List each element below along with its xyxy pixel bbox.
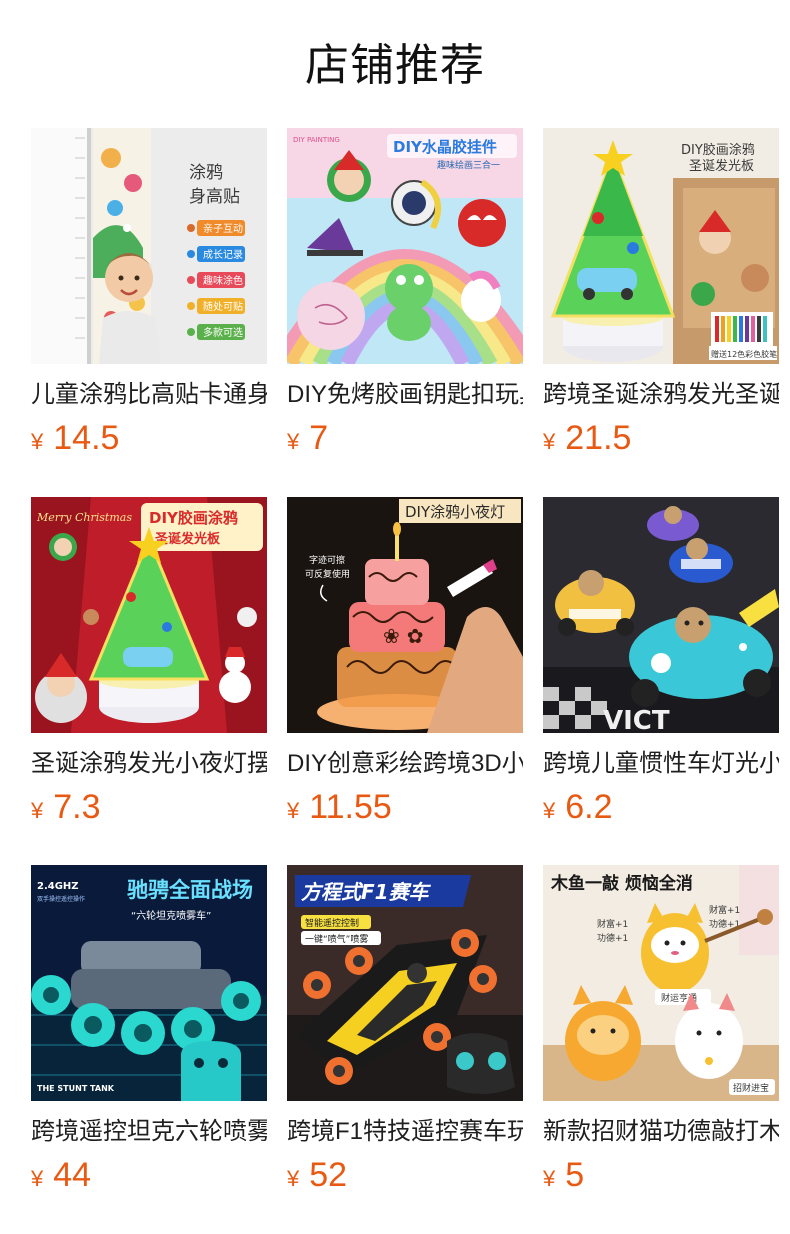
image-feature: 随处可贴 bbox=[203, 300, 243, 313]
image-badge-line1: 2.4GHZ bbox=[37, 881, 79, 892]
product-image[interactable]: DIY胶画涂鸦 圣诞发光板 赠送12色彩色胶笔 bbox=[543, 128, 779, 364]
product-name[interactable]: 跨境F1特技遥控赛车玩具 bbox=[287, 1115, 523, 1149]
image-script: Merry Christmas bbox=[36, 511, 132, 524]
product-image[interactable]: VICT bbox=[543, 497, 779, 733]
product-image[interactable]: 2.4GHZ 双手操控遥控操作 驰骋全面战场 “六轮坦克喷雾车” THE STU… bbox=[31, 865, 267, 1101]
price-amount: 11.55 bbox=[309, 788, 392, 826]
price-amount: 44 bbox=[53, 1156, 92, 1194]
image-note: 财富+1 bbox=[709, 904, 740, 916]
currency-symbol: ¥ bbox=[287, 798, 300, 823]
product-name[interactable]: 新款招财猫功德敲打木鱼 bbox=[543, 1115, 779, 1149]
product-price: ¥52 bbox=[287, 1153, 523, 1204]
image-tag: 招财进宝 bbox=[733, 1082, 769, 1094]
currency-symbol: ¥ bbox=[31, 798, 44, 823]
product-name[interactable]: DIY创意彩绘跨境3D小夜灯 bbox=[287, 747, 523, 781]
image-headline-line2: 圣诞发光板 bbox=[155, 531, 221, 547]
currency-symbol: ¥ bbox=[543, 798, 556, 823]
image-corner-text: DIY PAINTING bbox=[293, 136, 340, 144]
product-image[interactable]: 方程式F1赛车 智能遥控控制 一键“喷气”喷雾 bbox=[287, 865, 523, 1101]
image-note-line2: 可反复使用 bbox=[305, 568, 350, 580]
image-headline: 驰骋全面战场 bbox=[127, 878, 253, 902]
image-note: 财富+1 bbox=[597, 918, 628, 930]
currency-symbol: ¥ bbox=[543, 1166, 556, 1191]
product-card[interactable]: DIY PAINTING DIY水晶胶挂件 趣味绘画三合一 DIY免烤胶画钥匙扣… bbox=[287, 128, 523, 467]
product-card[interactable]: DIY胶画涂鸦 圣诞发光板 赠送12色彩色胶笔 跨境圣诞涂鸦发光圣诞 ¥ 21.… bbox=[543, 128, 779, 467]
price-amount: 52 bbox=[309, 1156, 348, 1194]
price-amount: 6.2 bbox=[565, 788, 613, 826]
image-feature: 多款可选 bbox=[203, 326, 243, 339]
product-image[interactable]: 涂鸦 身高贴 亲子互动 成长记录 趣味涂色 随处可贴 多款可选 bbox=[31, 128, 267, 364]
product-price: ¥11.55 bbox=[287, 785, 523, 836]
image-headline-line1: DIY胶画涂鸦 bbox=[681, 142, 755, 158]
image-headline-line2: 圣诞发光板 bbox=[689, 158, 754, 174]
product-card[interactable]: 涂鸦 身高贴 亲子互动 成长记录 趣味涂色 随处可贴 多款可选 儿童涂鸦比高贴卡… bbox=[31, 128, 267, 467]
price-amount: 7 bbox=[309, 419, 329, 457]
currency-symbol: ¥ bbox=[31, 429, 44, 454]
image-headline: 木鱼一敲 烦恼全消 bbox=[550, 873, 693, 894]
image-headline-line1: DIY胶画涂鸦 bbox=[149, 509, 238, 527]
image-footer: 赠送12色彩色胶笔 bbox=[711, 349, 777, 359]
image-note-line1: 字迹可擦 bbox=[309, 554, 345, 566]
image-tag-line2: 一键“喷气”喷雾 bbox=[305, 933, 368, 945]
page-title: 店铺推荐 bbox=[305, 41, 485, 90]
product-card[interactable]: 木鱼一敲 烦恼全消 财富+1 功德+1 财富+1 功德+1 财运亨通 招财进宝 … bbox=[543, 865, 779, 1204]
currency-symbol: ¥ bbox=[31, 1166, 44, 1191]
product-price: ¥7.3 bbox=[31, 785, 267, 836]
image-headline: DIY水晶胶挂件 bbox=[393, 138, 497, 156]
product-price: ¥14.5 bbox=[31, 416, 267, 467]
image-tag-line1: 智能遥控控制 bbox=[305, 917, 359, 929]
product-name[interactable]: 圣诞涂鸦发光小夜灯摆件 bbox=[31, 747, 267, 781]
product-card[interactable]: DIY涂鸦小夜灯 字迹可擦 可反复使用 ❀ ✿ DIY创意彩绘跨境3D小 ¥ 1… bbox=[287, 497, 523, 836]
product-image[interactable]: Merry Christmas DIY胶画涂鸦 圣诞发光板 bbox=[31, 497, 267, 733]
currency-symbol: ¥ bbox=[287, 1166, 300, 1191]
image-feature: 成长记录 bbox=[203, 249, 243, 261]
product-image[interactable]: DIY PAINTING DIY水晶胶挂件 趣味绘画三合一 bbox=[287, 128, 523, 364]
image-badge-line2: 双手操控遥控操作 bbox=[37, 895, 85, 903]
svg-text:VICT: VICT bbox=[603, 706, 670, 733]
image-subline: 趣味绘画三合一 bbox=[437, 159, 500, 171]
product-price: ¥7 bbox=[287, 416, 523, 467]
svg-text:❀ ✿: ❀ ✿ bbox=[383, 624, 423, 648]
image-title-line1: 涂鸦 bbox=[189, 163, 223, 183]
product-name[interactable]: DIY免烤胶画钥匙扣玩具 bbox=[287, 378, 523, 412]
product-name[interactable]: 跨境儿童惯性车灯光小汽车 bbox=[543, 747, 779, 781]
product-card[interactable]: 2.4GHZ 双手操控遥控操作 驰骋全面战场 “六轮坦克喷雾车” THE STU… bbox=[31, 865, 267, 1204]
currency-symbol: ¥ bbox=[287, 429, 300, 454]
currency-symbol: ¥ bbox=[543, 429, 556, 454]
product-image[interactable]: 木鱼一敲 烦恼全消 财富+1 功德+1 财富+1 功德+1 财运亨通 招财进宝 bbox=[543, 865, 779, 1101]
product-name[interactable]: 跨境圣诞涂鸦发光圣诞树 bbox=[543, 378, 779, 412]
product-price: ¥5 bbox=[543, 1153, 779, 1204]
product-card[interactable]: Merry Christmas DIY胶画涂鸦 圣诞发光板 圣诞涂鸦发光小夜灯摆… bbox=[31, 497, 267, 836]
page-header: 店铺推荐 bbox=[0, 0, 790, 128]
image-title-line2: 身高贴 bbox=[189, 187, 240, 207]
image-feature: 趣味涂色 bbox=[203, 274, 243, 287]
price-amount: 14.5 bbox=[53, 419, 120, 457]
price-amount: 7.3 bbox=[53, 788, 101, 826]
product-price: ¥44 bbox=[31, 1153, 267, 1204]
image-subline: “六轮坦克喷雾车” bbox=[131, 909, 211, 922]
product-card[interactable]: 方程式F1赛车 智能遥控控制 一键“喷气”喷雾 跨境F1特技遥控赛车玩 ¥ 52 bbox=[287, 865, 523, 1204]
image-headline: 方程式F1赛车 bbox=[301, 880, 432, 904]
image-headline: DIY涂鸦小夜灯 bbox=[405, 503, 505, 521]
product-card[interactable]: VICT 跨境儿童惯性车灯光小汽车 ¥6.2 bbox=[543, 497, 779, 836]
product-name[interactable]: 跨境遥控坦克六轮喷雾战车 bbox=[31, 1115, 267, 1149]
image-footer: THE STUNT TANK bbox=[37, 1084, 115, 1093]
price-amount: 5 bbox=[565, 1156, 585, 1194]
image-feature: 亲子互动 bbox=[203, 222, 243, 235]
product-price: ¥21.5 bbox=[543, 416, 779, 467]
price-amount: 21.5 bbox=[565, 419, 632, 457]
product-price: ¥6.2 bbox=[543, 785, 779, 836]
product-name[interactable]: 儿童涂鸦比高贴卡通身高贴 bbox=[31, 378, 267, 412]
product-image[interactable]: DIY涂鸦小夜灯 字迹可擦 可反复使用 ❀ ✿ bbox=[287, 497, 523, 733]
image-note: 功德+1 bbox=[597, 932, 628, 944]
